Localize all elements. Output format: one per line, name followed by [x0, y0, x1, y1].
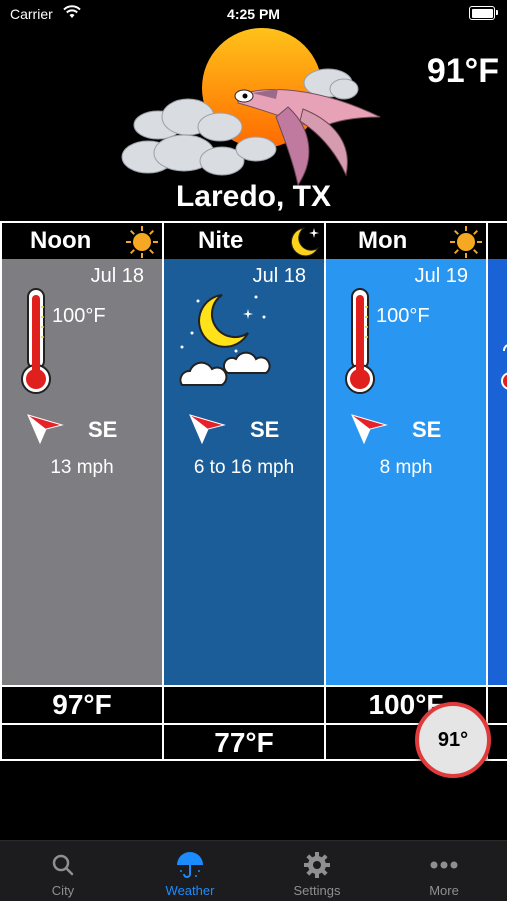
column-divider [0, 221, 2, 761]
moon-icon [290, 227, 320, 257]
tab-label: City [51, 883, 75, 898]
sun-icon [126, 226, 158, 258]
clock: 4:25 PM [227, 6, 280, 22]
high-temperature [164, 685, 324, 723]
low-temperature [2, 723, 162, 761]
current-temperature: 91°F [426, 52, 499, 90]
thermometer-icon [345, 288, 375, 394]
forecast-column[interactable]: Nite Jul 18 SE 6 to 16 mph 77°F [164, 221, 324, 761]
column-body: Jul 19 100°F SE 8 mph [326, 259, 486, 685]
tab-label: Settings [293, 883, 341, 898]
wind-speed: 8 mph [379, 457, 433, 478]
column-body [488, 259, 507, 685]
column-title: Noon [30, 227, 92, 254]
status-bar: Carrier 4:25 PM [0, 0, 507, 28]
column-header: Noon [2, 221, 162, 259]
wind-direction: SE [88, 417, 118, 442]
column-header: Nite [164, 221, 324, 259]
high-temperature: 97°F [2, 685, 162, 723]
forecast-date: Jul 18 [90, 265, 144, 287]
tab-more[interactable]: More [381, 841, 507, 901]
column-body: Jul 18 SE 6 to 16 mph [164, 259, 324, 685]
sun-icon [450, 226, 482, 258]
forecast-column[interactable] [488, 221, 507, 761]
low-temperature: 77°F [164, 723, 324, 761]
forecast-strip[interactable]: Noon Jul 18 100°F SE 13 mph 97°F Nite Ju… [0, 221, 507, 761]
column-title: Mon [358, 227, 408, 254]
column-header: Mon [326, 221, 486, 259]
column-divider [486, 221, 488, 761]
tab-weather[interactable]: Weather [127, 841, 253, 901]
column-body: Jul 18 100°F SE 13 mph [2, 259, 162, 685]
search-icon [52, 854, 74, 876]
weather-icon-partial [501, 344, 507, 390]
battery-icon [469, 6, 498, 20]
city-name: Laredo, TX [175, 180, 332, 213]
wind-direction: SE [412, 417, 442, 442]
wind-speed: 6 to 16 mph [193, 457, 295, 478]
high-temperature [488, 685, 507, 723]
wind-direction-arrow-icon [189, 414, 226, 445]
tab-city[interactable]: City [0, 841, 126, 901]
column-title: Nite [198, 227, 244, 254]
temperature-label: 100°F [52, 305, 106, 327]
temperature-label: 100°F [376, 305, 430, 327]
forecast-column[interactable]: Mon Jul 19 100°F SE 8 mph 100°F [326, 221, 486, 761]
forecast-date: Jul 18 [252, 265, 306, 287]
ellipsis-icon [430, 861, 458, 869]
forecast-column[interactable]: Noon Jul 18 100°F SE 13 mph 97°F [2, 221, 162, 761]
tab-label: Weather [165, 883, 215, 898]
wind-direction: SE [250, 417, 280, 442]
tab-label: More [429, 883, 459, 898]
thermometer-icon [21, 288, 51, 394]
column-divider [324, 221, 326, 761]
current-temp-bubble[interactable]: 91° [415, 702, 491, 778]
moon-clouds-icon [179, 294, 271, 386]
wind-speed: 13 mph [50, 457, 114, 478]
forecast-date: Jul 19 [414, 265, 468, 287]
tab-settings[interactable]: Settings [254, 841, 380, 901]
umbrella-icon [177, 852, 203, 878]
weather-hero-illustration [121, 28, 381, 187]
gear-icon [304, 852, 330, 878]
wind-direction-arrow-icon [27, 414, 64, 445]
column-header [488, 221, 507, 259]
column-divider [162, 221, 164, 761]
tab-bar: City Weather Settings More [0, 840, 507, 901]
wind-direction-arrow-icon [351, 414, 388, 445]
